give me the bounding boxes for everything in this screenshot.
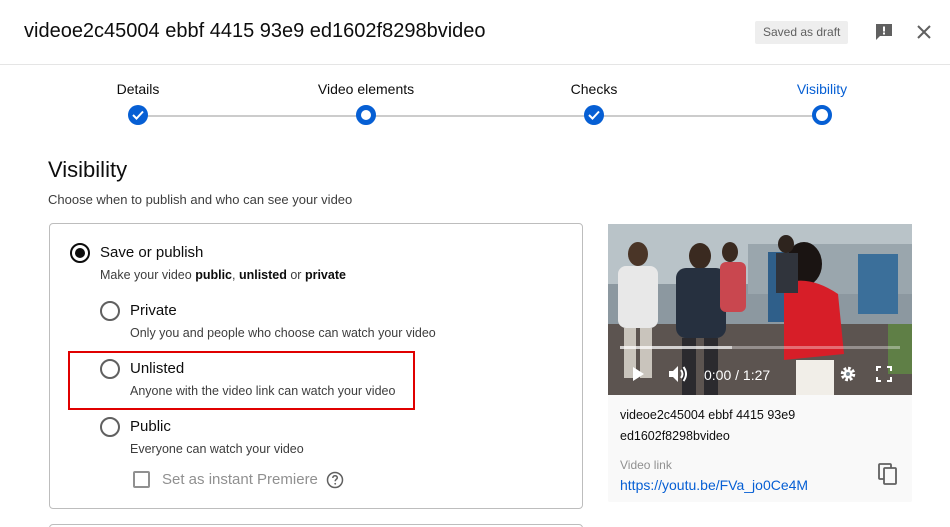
step-dot (812, 105, 832, 125)
step-details[interactable]: Details (58, 65, 218, 125)
step-visibility[interactable]: Visibility (742, 65, 902, 125)
close-icon[interactable] (912, 20, 936, 44)
copy-icon[interactable] (876, 462, 900, 486)
instant-premiere-checkbox[interactable] (133, 471, 150, 488)
feedback-icon[interactable] (872, 20, 896, 44)
step-video-elements[interactable]: Video elements (286, 65, 446, 125)
section-subtitle: Choose when to publish and who can see y… (48, 192, 353, 207)
unlisted-highlight-box (68, 351, 415, 410)
stepper-track (138, 115, 822, 117)
fullscreen-icon[interactable] (874, 364, 894, 384)
private-label: Private (130, 302, 177, 319)
step-label: Video elements (317, 81, 415, 97)
video-progress-bar[interactable] (620, 346, 900, 349)
save-or-publish-desc: Make your video public, unlisted or priv… (100, 268, 346, 282)
instant-premiere-label: Set as instant Premiere (162, 471, 318, 488)
public-radio[interactable] (100, 417, 120, 437)
public-desc: Everyone can watch your video (130, 442, 304, 456)
video-player[interactable]: 0:00 / 1:27 (608, 224, 912, 395)
save-or-publish-label: Save or publish (100, 244, 204, 261)
check-icon (584, 105, 604, 125)
step-label: Details (116, 81, 160, 97)
dialog-header: videoe2c45004 ebbf 4415 93e9 ed1602f8298… (0, 0, 950, 65)
step-dot (356, 105, 376, 125)
settings-gear-icon[interactable] (838, 364, 858, 384)
check-icon (128, 105, 148, 125)
private-desc: Only you and people who choose can watch… (130, 326, 436, 340)
private-radio[interactable] (100, 301, 120, 321)
play-icon[interactable] (628, 364, 648, 384)
step-label: Checks (570, 81, 618, 97)
saved-draft-badge: Saved as draft (755, 21, 849, 44)
step-label: Visibility (796, 81, 848, 97)
step-checks[interactable]: Checks (514, 65, 674, 125)
section-title: Visibility (48, 157, 128, 182)
save-or-publish-radio[interactable] (70, 243, 90, 263)
volume-icon[interactable] (666, 363, 690, 385)
help-icon[interactable] (326, 471, 344, 489)
public-label: Public (130, 418, 171, 435)
upload-stepper: Details Video elements Checks Visibility (0, 65, 950, 135)
dialog-title: videoe2c45004 ebbf 4415 93e9 ed1602f8298… (24, 20, 486, 42)
video-link-label: Video link (620, 458, 672, 472)
video-filename: videoe2c45004 ebbf 4415 93e9 ed1602f8298… (620, 408, 796, 443)
video-preview-card: 0:00 / 1:27 videoe2c45004 ebbf 4415 93e9… (608, 224, 912, 502)
video-time: 0:00 / 1:27 (704, 367, 771, 383)
video-link[interactable]: https://youtu.be/FVa_jo0Ce4M (620, 477, 808, 493)
video-buffer-fill (620, 346, 732, 349)
